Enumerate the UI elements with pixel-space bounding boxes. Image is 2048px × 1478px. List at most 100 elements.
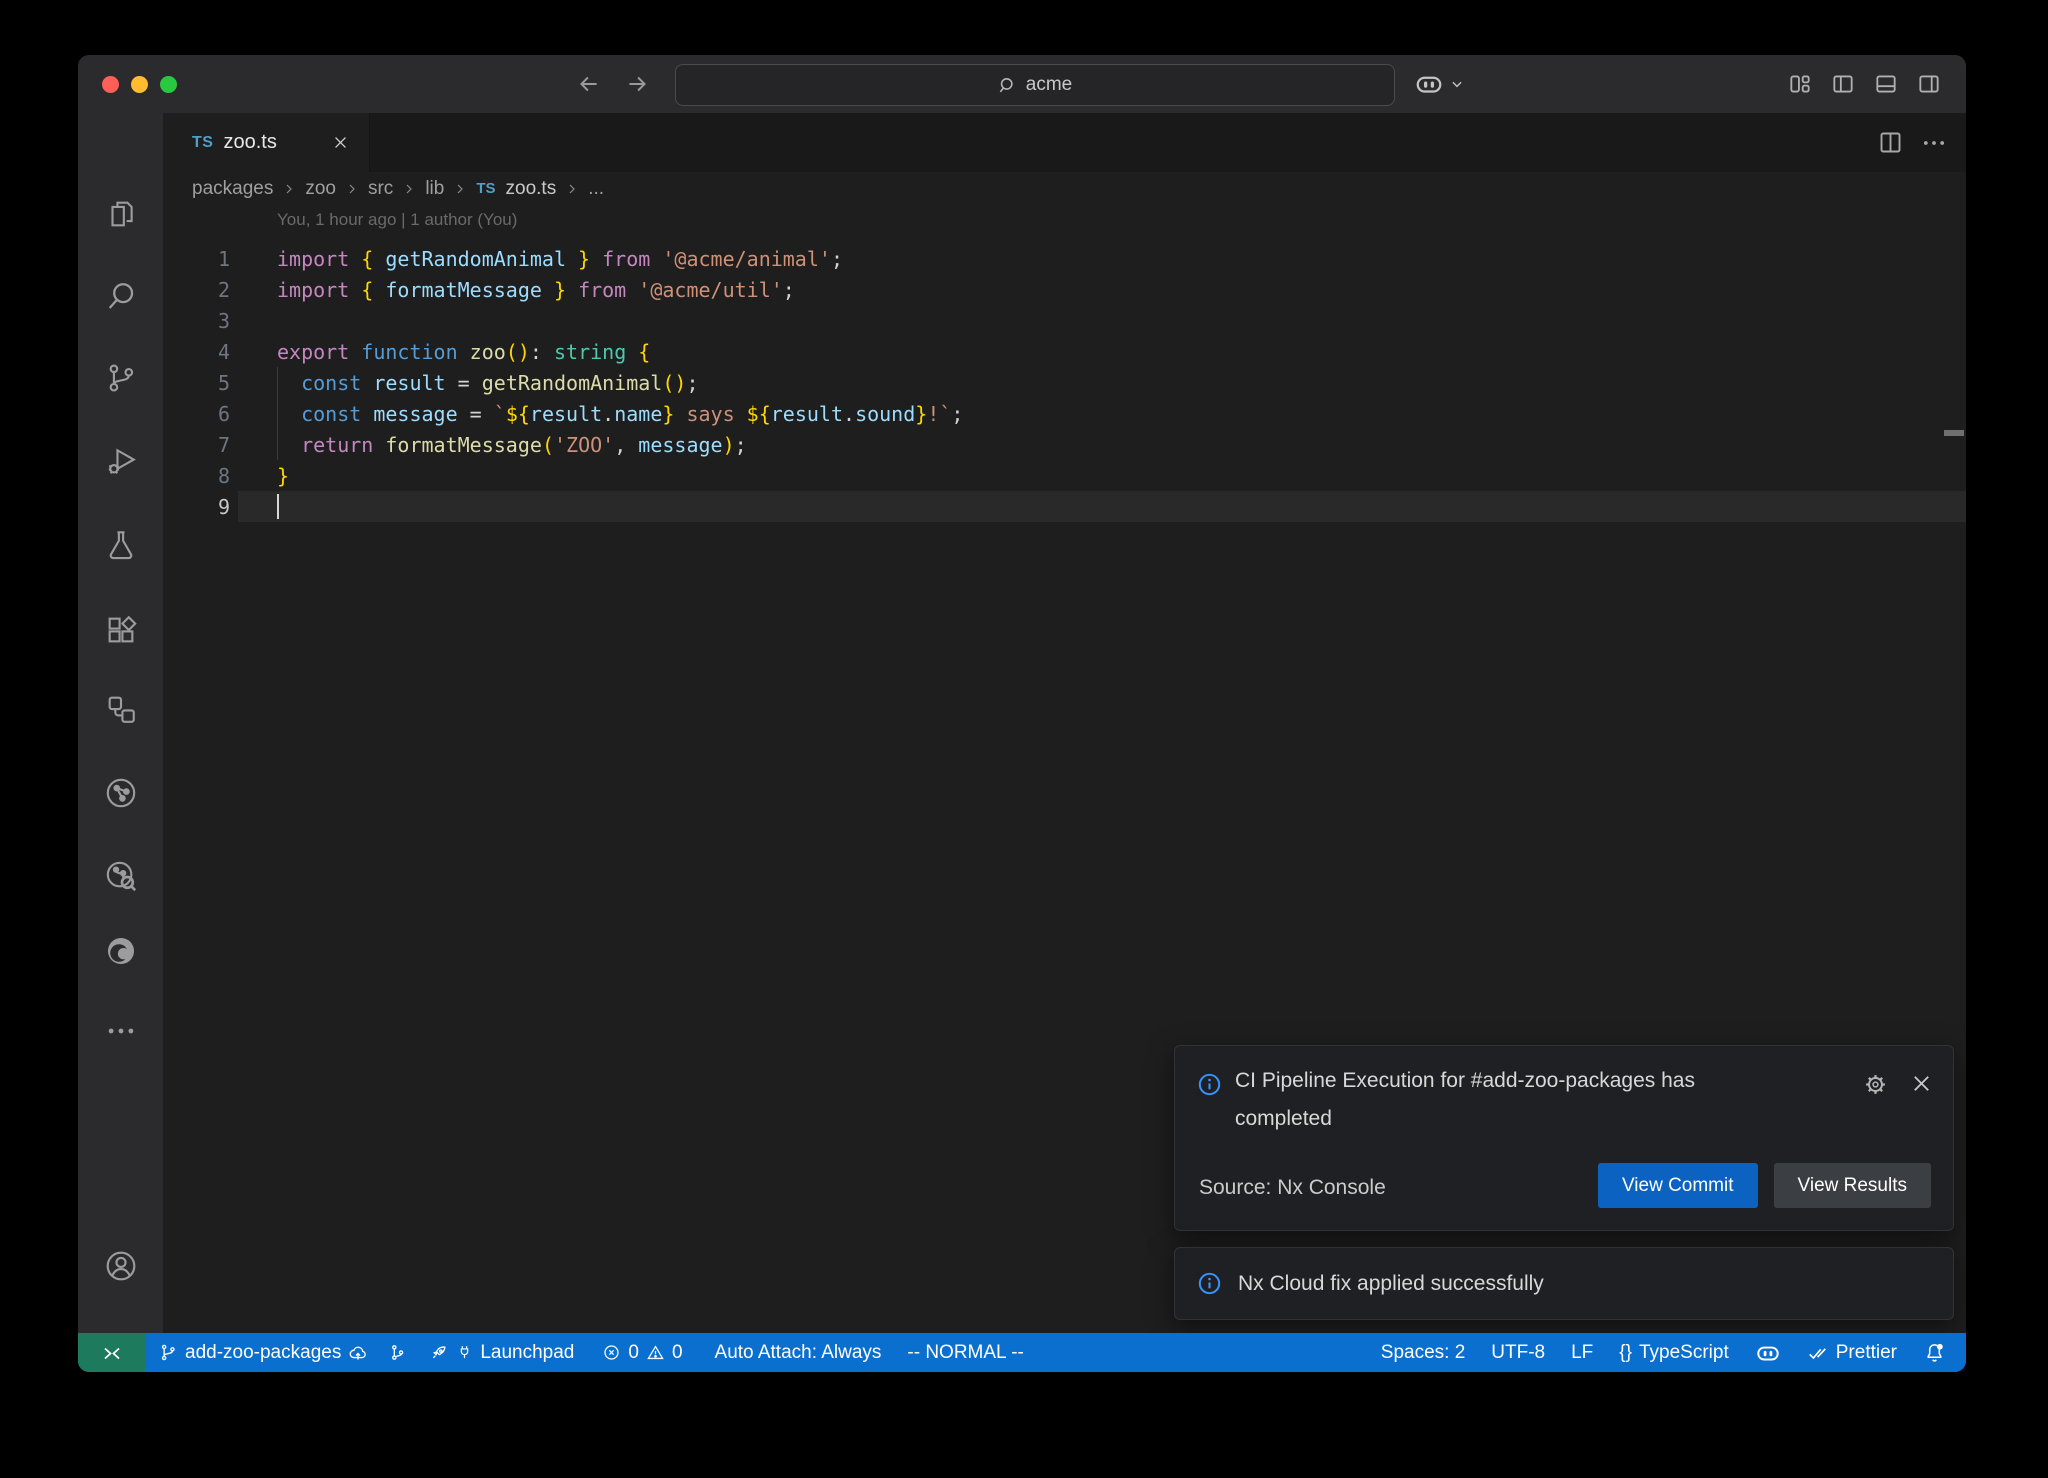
notification-message: Nx Cloud fix applied successfully — [1238, 1272, 1544, 1296]
typescript-file-icon: TS — [192, 134, 213, 152]
accounts-icon[interactable] — [104, 1249, 138, 1283]
more-actions-icon[interactable] — [1920, 129, 1948, 157]
code-line[interactable]: 7 return formatMessage('ZOO', message); — [163, 429, 1966, 460]
traffic-lights — [102, 76, 177, 93]
warnings-icon — [646, 1343, 665, 1362]
commit-graph-status[interactable] — [388, 1343, 407, 1362]
code-line[interactable]: 1import { getRandomAnimal } from '@acme/… — [163, 243, 1966, 274]
language-mode-status[interactable]: {} TypeScript — [1619, 1342, 1728, 1364]
notification-nx-cloud: Nx Cloud fix applied successfully — [1174, 1247, 1954, 1320]
current-line-highlight — [238, 491, 1966, 522]
source-control-icon[interactable] — [104, 361, 138, 395]
zoom-window-button[interactable] — [160, 76, 177, 93]
code-lines: 1import { getRandomAnimal } from '@acme/… — [163, 243, 1966, 522]
code-line[interactable]: 2import { formatMessage } from '@acme/ut… — [163, 274, 1966, 305]
toggle-secondary-sidebar-icon[interactable] — [1916, 71, 1942, 97]
indentation-status[interactable]: Spaces: 2 — [1381, 1342, 1466, 1364]
gitlens-icon[interactable] — [104, 859, 138, 893]
breadcrumb-item[interactable]: src — [368, 178, 393, 200]
commit-graph-icon — [388, 1343, 407, 1362]
code-text: return formatMessage('ZOO', message); — [277, 433, 747, 457]
search-icon — [998, 76, 1017, 95]
remote-indicator[interactable] — [78, 1333, 145, 1372]
breadcrumb-separator-icon — [403, 183, 415, 195]
prettier-status[interactable]: Prettier — [1807, 1342, 1897, 1364]
view-results-button[interactable]: View Results — [1774, 1163, 1931, 1208]
vscode-window: acme — [78, 55, 1966, 1372]
code-line[interactable]: 9 — [163, 491, 1966, 522]
view-commit-button[interactable]: View Commit — [1598, 1163, 1758, 1208]
notification-settings-gear-icon[interactable] — [1863, 1072, 1888, 1097]
branch-icon — [159, 1343, 178, 1362]
line-number: 9 — [163, 495, 230, 519]
breadcrumb-item[interactable]: packages — [192, 178, 273, 200]
cloud-upload-icon — [348, 1343, 368, 1363]
search-view-icon[interactable] — [104, 279, 138, 313]
branch-name: add-zoo-packages — [185, 1342, 341, 1364]
auto-attach-status[interactable]: Auto Attach: Always — [715, 1342, 882, 1364]
breadcrumb-overflow[interactable]: ... — [588, 178, 604, 200]
code-line[interactable]: 4export function zoo(): string { — [163, 336, 1966, 367]
copilot-status[interactable] — [1755, 1340, 1781, 1366]
error-count: 0 — [628, 1342, 639, 1364]
command-center-search[interactable]: acme — [675, 64, 1395, 106]
text-cursor — [277, 494, 279, 519]
testing-icon[interactable] — [104, 528, 138, 562]
indent-guide — [277, 429, 278, 460]
breadcrumb-item[interactable]: lib — [425, 178, 444, 200]
eol-status[interactable]: LF — [1571, 1342, 1593, 1364]
tab-close-icon[interactable] — [329, 132, 351, 154]
breadcrumb-separator-icon — [283, 183, 295, 195]
typescript-file-icon: TS — [476, 180, 495, 197]
toggle-primary-sidebar-icon[interactable] — [1830, 71, 1856, 97]
edge-devtools-icon[interactable] — [104, 934, 138, 968]
git-branch-status[interactable]: add-zoo-packages — [159, 1342, 368, 1364]
additional-views-icon[interactable] — [104, 1014, 138, 1048]
code-text: import { getRandomAnimal } from '@acme/a… — [277, 247, 843, 271]
code-text: const message = `${result.name} says ${r… — [277, 402, 963, 426]
encoding-status[interactable]: UTF-8 — [1491, 1342, 1545, 1364]
search-input[interactable]: acme — [1026, 74, 1072, 96]
forward-icon[interactable] — [623, 70, 651, 98]
notification-close-icon[interactable] — [1910, 1072, 1933, 1097]
code-line[interactable]: 5 const result = getRandomAnimal(); — [163, 367, 1966, 398]
explorer-icon[interactable] — [104, 197, 138, 231]
code-line[interactable]: 8} — [163, 460, 1966, 491]
split-editor-icon[interactable] — [1877, 129, 1904, 156]
line-number: 8 — [163, 464, 230, 488]
breadcrumb: packages zoo src lib TS zoo.ts ... — [163, 172, 1966, 205]
bell-icon — [1923, 1341, 1946, 1364]
warning-count: 0 — [672, 1342, 683, 1364]
nx-project-graph-icon[interactable] — [104, 776, 138, 810]
tab-zoo-ts[interactable]: TS zoo.ts — [163, 113, 370, 172]
nx-console-icon[interactable] — [104, 692, 138, 726]
notification-message: CI Pipeline Execution for #add-zoo-packa… — [1235, 1062, 1775, 1138]
tab-bar: TS zoo.ts — [163, 113, 1966, 172]
code-line[interactable]: 6 const message = `${result.name} says $… — [163, 398, 1966, 429]
notifications-bell[interactable] — [1923, 1341, 1946, 1364]
launchpad-status[interactable]: Launchpad — [429, 1342, 574, 1364]
code-line[interactable]: 3 — [163, 305, 1966, 336]
customize-layout-icon[interactable] — [1787, 71, 1813, 97]
tab-label: zoo.ts — [223, 131, 276, 154]
breadcrumb-file[interactable]: zoo.ts — [506, 178, 557, 200]
problems-status[interactable]: 0 0 — [602, 1342, 682, 1364]
run-and-debug-icon[interactable] — [104, 444, 138, 478]
braces-icon: {} — [1619, 1342, 1632, 1364]
minimize-window-button[interactable] — [131, 76, 148, 93]
copilot-icon — [1755, 1340, 1781, 1366]
info-icon — [1197, 1072, 1222, 1097]
extensions-icon[interactable] — [104, 613, 138, 647]
copilot-menu[interactable] — [1414, 69, 1464, 99]
errors-icon — [602, 1343, 621, 1362]
plug-icon — [456, 1344, 473, 1361]
indent-guide — [277, 398, 278, 429]
vim-mode-status[interactable]: -- NORMAL -- — [907, 1342, 1023, 1364]
titlebar: acme — [78, 55, 1966, 113]
toggle-panel-icon[interactable] — [1873, 71, 1899, 97]
chevron-down-icon — [1450, 77, 1464, 91]
breadcrumb-item[interactable]: zoo — [305, 178, 336, 200]
line-number: 3 — [163, 309, 230, 333]
back-icon[interactable] — [575, 70, 603, 98]
close-window-button[interactable] — [102, 76, 119, 93]
